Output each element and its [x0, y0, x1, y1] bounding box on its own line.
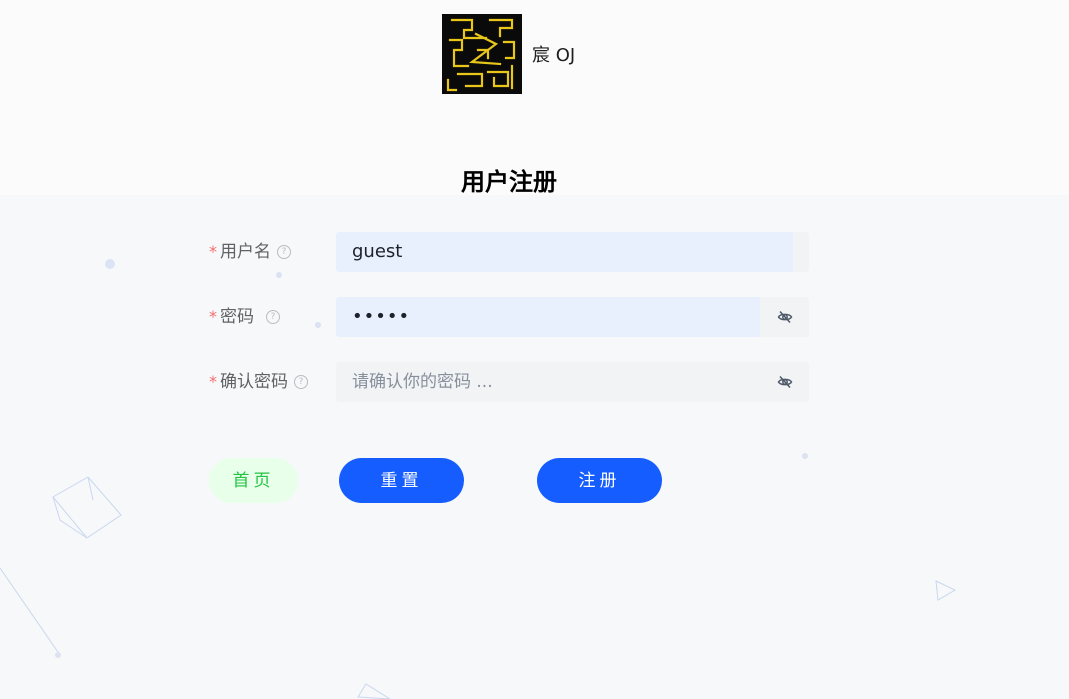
confirm-password-input[interactable]: 请确认你的密码 ... [352, 362, 493, 402]
help-icon[interactable]: ? [294, 375, 308, 389]
password-label: 密码 [220, 307, 254, 327]
register-button[interactable]: 注册 [537, 458, 662, 503]
eye-slash-icon[interactable] [777, 374, 793, 390]
reset-button[interactable]: 重置 [339, 458, 464, 503]
site-logo[interactable] [442, 14, 522, 94]
page-title: 用户注册 [461, 168, 557, 196]
username-label-group: * 用户名 ? [209, 232, 291, 272]
required-mark: * [209, 307, 217, 326]
eye-slash-icon[interactable] [777, 309, 793, 325]
username-input[interactable]: guest [352, 232, 402, 272]
username-field[interactable]: guest [336, 232, 809, 272]
required-mark: * [209, 372, 217, 391]
password-field[interactable]: ••••• [336, 297, 809, 337]
brand: 宸 OJ [442, 14, 575, 94]
confirm-password-label-group: * 确认密码 ? [209, 362, 308, 402]
required-mark: * [209, 242, 217, 261]
password-form-item: * 密码 ? ••••• [209, 297, 809, 337]
help-icon[interactable]: ? [277, 245, 291, 259]
confirm-password-label: 确认密码 [220, 372, 288, 392]
autofill-highlight [336, 232, 793, 272]
username-label: 用户名 [220, 242, 271, 262]
username-form-item: * 用户名 ? guest [209, 232, 809, 272]
home-button[interactable]: 首页 [209, 458, 298, 503]
brand-name: 宸 OJ [532, 45, 576, 66]
password-label-group: * 密码 ? [209, 297, 280, 337]
password-input[interactable]: ••••• [352, 297, 410, 337]
confirm-password-form-item: * 确认密码 ? 请确认你的密码 ... [209, 362, 809, 402]
help-icon[interactable]: ? [266, 310, 280, 324]
confirm-password-field[interactable]: 请确认你的密码 ... [336, 362, 809, 402]
